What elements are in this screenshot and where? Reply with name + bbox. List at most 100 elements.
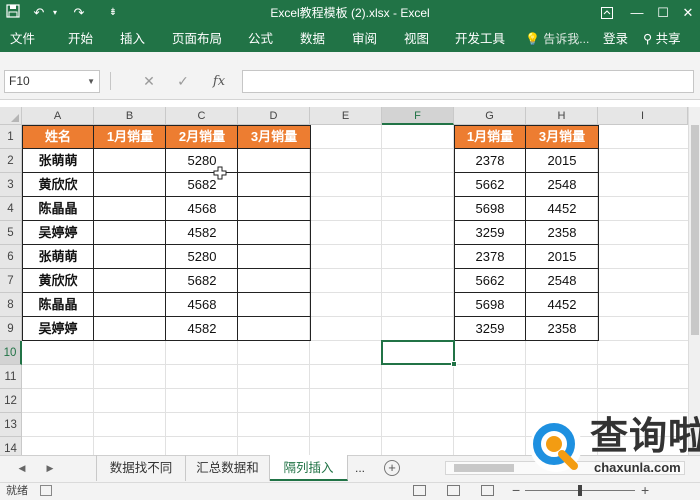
- undo-dropdown-icon[interactable]: ▾: [46, 4, 64, 22]
- row-header-11[interactable]: 11: [0, 365, 22, 389]
- cell-h6[interactable]: 2015: [527, 245, 597, 268]
- cell-h2[interactable]: 2015: [527, 149, 597, 172]
- column-header-b[interactable]: B: [94, 107, 166, 125]
- sheet-prev-icon[interactable]: ◀: [16, 460, 28, 476]
- tell-me-box[interactable]: 💡 告诉我...: [525, 26, 589, 52]
- active-cell-f10[interactable]: [381, 340, 455, 365]
- formula-input[interactable]: [242, 70, 694, 93]
- sheet-next-icon[interactable]: ▶: [44, 460, 56, 476]
- tab-view[interactable]: 视图: [404, 26, 429, 52]
- cell-g9[interactable]: 3259: [455, 317, 525, 340]
- cell-a5[interactable]: 吴婷婷: [23, 221, 93, 244]
- cell-g6[interactable]: 2378: [455, 245, 525, 268]
- cell-h7[interactable]: 2548: [527, 269, 597, 292]
- row-header-3[interactable]: 3: [0, 173, 22, 197]
- cell-a4[interactable]: 陈晶晶: [23, 197, 93, 220]
- cell-g8[interactable]: 5698: [455, 293, 525, 316]
- cell-c5[interactable]: 4582: [167, 221, 237, 244]
- tab-insert[interactable]: 插入: [120, 26, 145, 52]
- row-header-4[interactable]: 4: [0, 197, 22, 221]
- cell-c1[interactable]: 2月销量: [166, 125, 238, 149]
- customize-toolbar-icon[interactable]: ⇟: [104, 4, 122, 22]
- cell-g4[interactable]: 5698: [455, 197, 525, 220]
- save-icon[interactable]: [4, 4, 22, 22]
- macro-record-icon[interactable]: [40, 485, 52, 496]
- row-header-10[interactable]: 10: [0, 341, 22, 365]
- horizontal-scroll-thumb[interactable]: [454, 464, 514, 472]
- column-header-e[interactable]: E: [310, 107, 382, 125]
- cell-c4[interactable]: 4568: [167, 197, 237, 220]
- page-break-view-icon[interactable]: [481, 485, 494, 496]
- cell-d1[interactable]: 3月销量: [238, 125, 310, 149]
- cell-a6[interactable]: 张萌萌: [23, 245, 93, 268]
- row-header-1[interactable]: 1: [0, 125, 22, 149]
- redo-icon[interactable]: ↷: [70, 4, 88, 22]
- column-header-a[interactable]: A: [22, 107, 94, 125]
- vertical-scrollbar[interactable]: [688, 107, 700, 455]
- cell-h4[interactable]: 4452: [527, 197, 597, 220]
- insert-function-icon[interactable]: fx: [208, 70, 230, 93]
- chevron-down-icon[interactable]: ▼: [87, 71, 95, 92]
- row-header-2[interactable]: 2: [0, 149, 22, 173]
- tab-file[interactable]: 文件: [10, 26, 35, 52]
- ribbon-options-icon[interactable]: [592, 0, 622, 26]
- cancel-icon[interactable]: ✕: [138, 70, 160, 93]
- zoom-out-icon[interactable]: −: [512, 480, 520, 500]
- fill-handle[interactable]: [451, 361, 457, 367]
- cell-a2[interactable]: 张萌萌: [23, 149, 93, 172]
- close-icon[interactable]: ✕: [673, 0, 700, 26]
- normal-view-icon[interactable]: [413, 485, 426, 496]
- select-all-corner[interactable]: [0, 107, 22, 125]
- column-header-h[interactable]: H: [526, 107, 598, 125]
- login-button[interactable]: 登录: [603, 26, 628, 52]
- column-header-i[interactable]: I: [598, 107, 688, 125]
- cell-a9[interactable]: 吴婷婷: [23, 317, 93, 340]
- cell-a3[interactable]: 黄欣欣: [23, 173, 93, 196]
- cell-c6[interactable]: 5280: [167, 245, 237, 268]
- column-header-d[interactable]: D: [238, 107, 310, 125]
- row-header-6[interactable]: 6: [0, 245, 22, 269]
- row-header-9[interactable]: 9: [0, 317, 22, 341]
- column-header-c[interactable]: C: [166, 107, 238, 125]
- cell-c7[interactable]: 5682: [167, 269, 237, 292]
- enter-icon[interactable]: ✓: [172, 70, 194, 93]
- cell-c9[interactable]: 4582: [167, 317, 237, 340]
- row-header-8[interactable]: 8: [0, 293, 22, 317]
- column-header-g[interactable]: G: [454, 107, 526, 125]
- cell-h3[interactable]: 2548: [527, 173, 597, 196]
- sheet-tab-insert-columns[interactable]: 隔列插入: [270, 455, 348, 481]
- sheet-tab-find-diff[interactable]: 数据找不同: [96, 455, 186, 481]
- cell-g1[interactable]: 1月销量: [454, 125, 526, 149]
- tab-page-layout[interactable]: 页面布局: [172, 26, 222, 52]
- cell-a7[interactable]: 黄欣欣: [23, 269, 93, 292]
- tab-data[interactable]: 数据: [300, 26, 325, 52]
- row-header-7[interactable]: 7: [0, 269, 22, 293]
- tab-developer[interactable]: 开发工具: [455, 26, 505, 52]
- cell-b1[interactable]: 1月销量: [94, 125, 166, 149]
- zoom-slider-thumb[interactable]: [578, 485, 582, 496]
- row-header-12[interactable]: 12: [0, 389, 22, 413]
- cell-g2[interactable]: 2378: [455, 149, 525, 172]
- column-header-f[interactable]: F: [382, 107, 454, 125]
- cell-a1[interactable]: 姓名: [22, 125, 94, 149]
- cell-h5[interactable]: 2358: [527, 221, 597, 244]
- cell-c8[interactable]: 4568: [167, 293, 237, 316]
- row-header-5[interactable]: 5: [0, 221, 22, 245]
- cell-a8[interactable]: 陈晶晶: [23, 293, 93, 316]
- tab-review[interactable]: 审阅: [352, 26, 377, 52]
- cell-h9[interactable]: 2358: [527, 317, 597, 340]
- page-layout-view-icon[interactable]: [447, 485, 460, 496]
- add-sheet-icon[interactable]: +: [384, 460, 400, 476]
- row-header-13[interactable]: 13: [0, 413, 22, 437]
- cell-g7[interactable]: 5662: [455, 269, 525, 292]
- share-button[interactable]: ⚲ 共享: [643, 26, 681, 52]
- cell-g3[interactable]: 5662: [455, 173, 525, 196]
- tab-home[interactable]: 开始: [68, 26, 93, 52]
- sheet-tab-summary[interactable]: 汇总数据和: [186, 455, 270, 481]
- cell-h1[interactable]: 3月销量: [526, 125, 598, 149]
- name-box[interactable]: F10 ▼: [4, 70, 100, 93]
- tab-formulas[interactable]: 公式: [248, 26, 273, 52]
- vertical-scroll-thumb[interactable]: [691, 125, 699, 335]
- cell-h8[interactable]: 4452: [527, 293, 597, 316]
- cell-g5[interactable]: 3259: [455, 221, 525, 244]
